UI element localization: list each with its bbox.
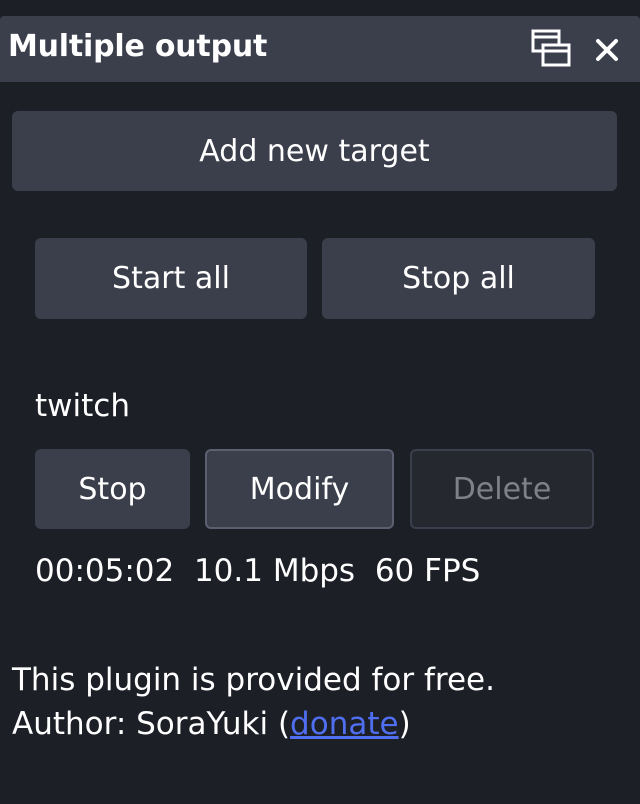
- donate-link[interactable]: donate: [290, 706, 399, 742]
- author-line: Author: SoraYuki (donate): [12, 702, 495, 746]
- modify-target-button[interactable]: Modify: [205, 449, 394, 529]
- stream-bitrate: 10.1 Mbps: [193, 553, 356, 589]
- delete-target-button: Delete: [410, 449, 594, 529]
- stream-fps: 60 FPS: [374, 553, 481, 589]
- plugin-info: This plugin is provided for free. Author…: [12, 658, 495, 746]
- free-notice: This plugin is provided for free.: [12, 662, 495, 698]
- dock-title: Multiple output: [8, 29, 268, 64]
- author-suffix: ): [398, 706, 411, 742]
- add-new-target-button[interactable]: Add new target: [12, 111, 617, 191]
- multiple-output-dock: Multiple output Add new target Start all…: [0, 0, 640, 804]
- stop-target-button[interactable]: Stop: [35, 449, 190, 529]
- author-prefix: Author: SoraYuki (: [12, 706, 291, 742]
- close-icon[interactable]: [590, 30, 624, 68]
- float-window-icon[interactable]: [530, 28, 572, 70]
- stream-duration: 00:05:02: [35, 553, 175, 589]
- target-name: twitch: [35, 388, 130, 424]
- target-stats: 00:05:02 10.1 Mbps 60 FPS: [35, 553, 480, 589]
- stop-all-button[interactable]: Stop all: [322, 238, 595, 319]
- dock-titlebar[interactable]: Multiple output: [0, 16, 640, 82]
- start-all-button[interactable]: Start all: [35, 238, 307, 319]
